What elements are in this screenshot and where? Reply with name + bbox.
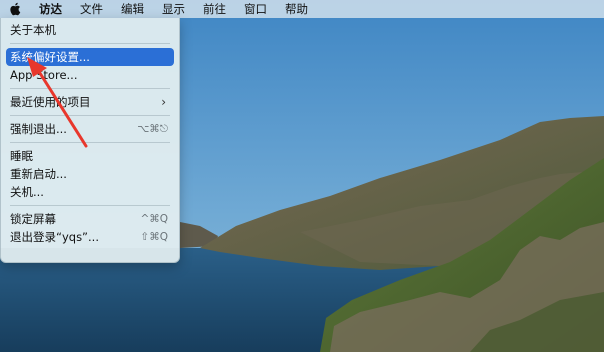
menu-item-force-quit[interactable]: 强制退出... ⌥⌘⎋ <box>6 120 174 138</box>
menu-item-app-store[interactable]: App Store... <box>6 66 174 84</box>
menu-separator <box>10 88 170 89</box>
apple-menu-button[interactable] <box>0 0 30 18</box>
menu-item-label: App Store... <box>10 68 78 82</box>
menu-item-label: 关于本机 <box>10 23 56 37</box>
menu-item-label: 强制退出... <box>10 122 67 136</box>
menu-item-system-preferences[interactable]: 系统偏好设置... <box>6 48 174 66</box>
menu-separator <box>10 205 170 206</box>
force-quit-shortcut: ⌥⌘⎋ <box>137 123 168 135</box>
menubar-help[interactable]: 帮助 <box>276 0 317 18</box>
menu-separator <box>10 115 170 116</box>
lock-screen-shortcut: ^⌘Q <box>140 213 168 225</box>
menubar-file[interactable]: 文件 <box>71 0 112 18</box>
menubar-window[interactable]: 窗口 <box>235 0 276 18</box>
menubar-view[interactable]: 显示 <box>153 0 194 18</box>
menu-bar: 访达 文件 编辑 显示 前往 窗口 帮助 <box>0 0 604 18</box>
menu-item-lock-screen[interactable]: 锁定屏幕 ^⌘Q <box>6 210 174 228</box>
menu-item-about[interactable]: 关于本机 <box>6 21 174 39</box>
menu-item-label: 睡眠 <box>10 149 33 163</box>
menu-item-recent-items[interactable]: 最近使用的项目 › <box>6 93 174 111</box>
apple-menu-dropdown: 关于本机 系统偏好设置... App Store... 最近使用的项目 › 强制… <box>0 18 180 263</box>
menubar-finder[interactable]: 访达 <box>30 0 71 18</box>
logout-shortcut: ⇧⌘Q <box>140 231 168 243</box>
menu-item-sleep[interactable]: 睡眠 <box>6 147 174 165</box>
menu-item-restart[interactable]: 重新启动... <box>6 165 174 183</box>
menu-separator <box>10 43 170 44</box>
menu-item-label: 退出登录“yqs”... <box>10 230 99 244</box>
menu-item-label: 最近使用的项目 <box>10 95 91 109</box>
menu-separator <box>10 142 170 143</box>
menubar-edit[interactable]: 编辑 <box>112 0 153 18</box>
apple-logo-icon <box>10 2 21 16</box>
menu-item-label: 锁定屏幕 <box>10 212 56 226</box>
menu-item-logout[interactable]: 退出登录“yqs”... ⇧⌘Q <box>6 228 174 246</box>
menubar-go[interactable]: 前往 <box>194 0 235 18</box>
chevron-right-icon: › <box>161 95 166 109</box>
menu-item-label: 关机... <box>10 185 44 199</box>
menu-item-shutdown[interactable]: 关机... <box>6 183 174 201</box>
menu-item-label: 系统偏好设置... <box>10 50 90 64</box>
menu-item-label: 重新启动... <box>10 167 67 181</box>
